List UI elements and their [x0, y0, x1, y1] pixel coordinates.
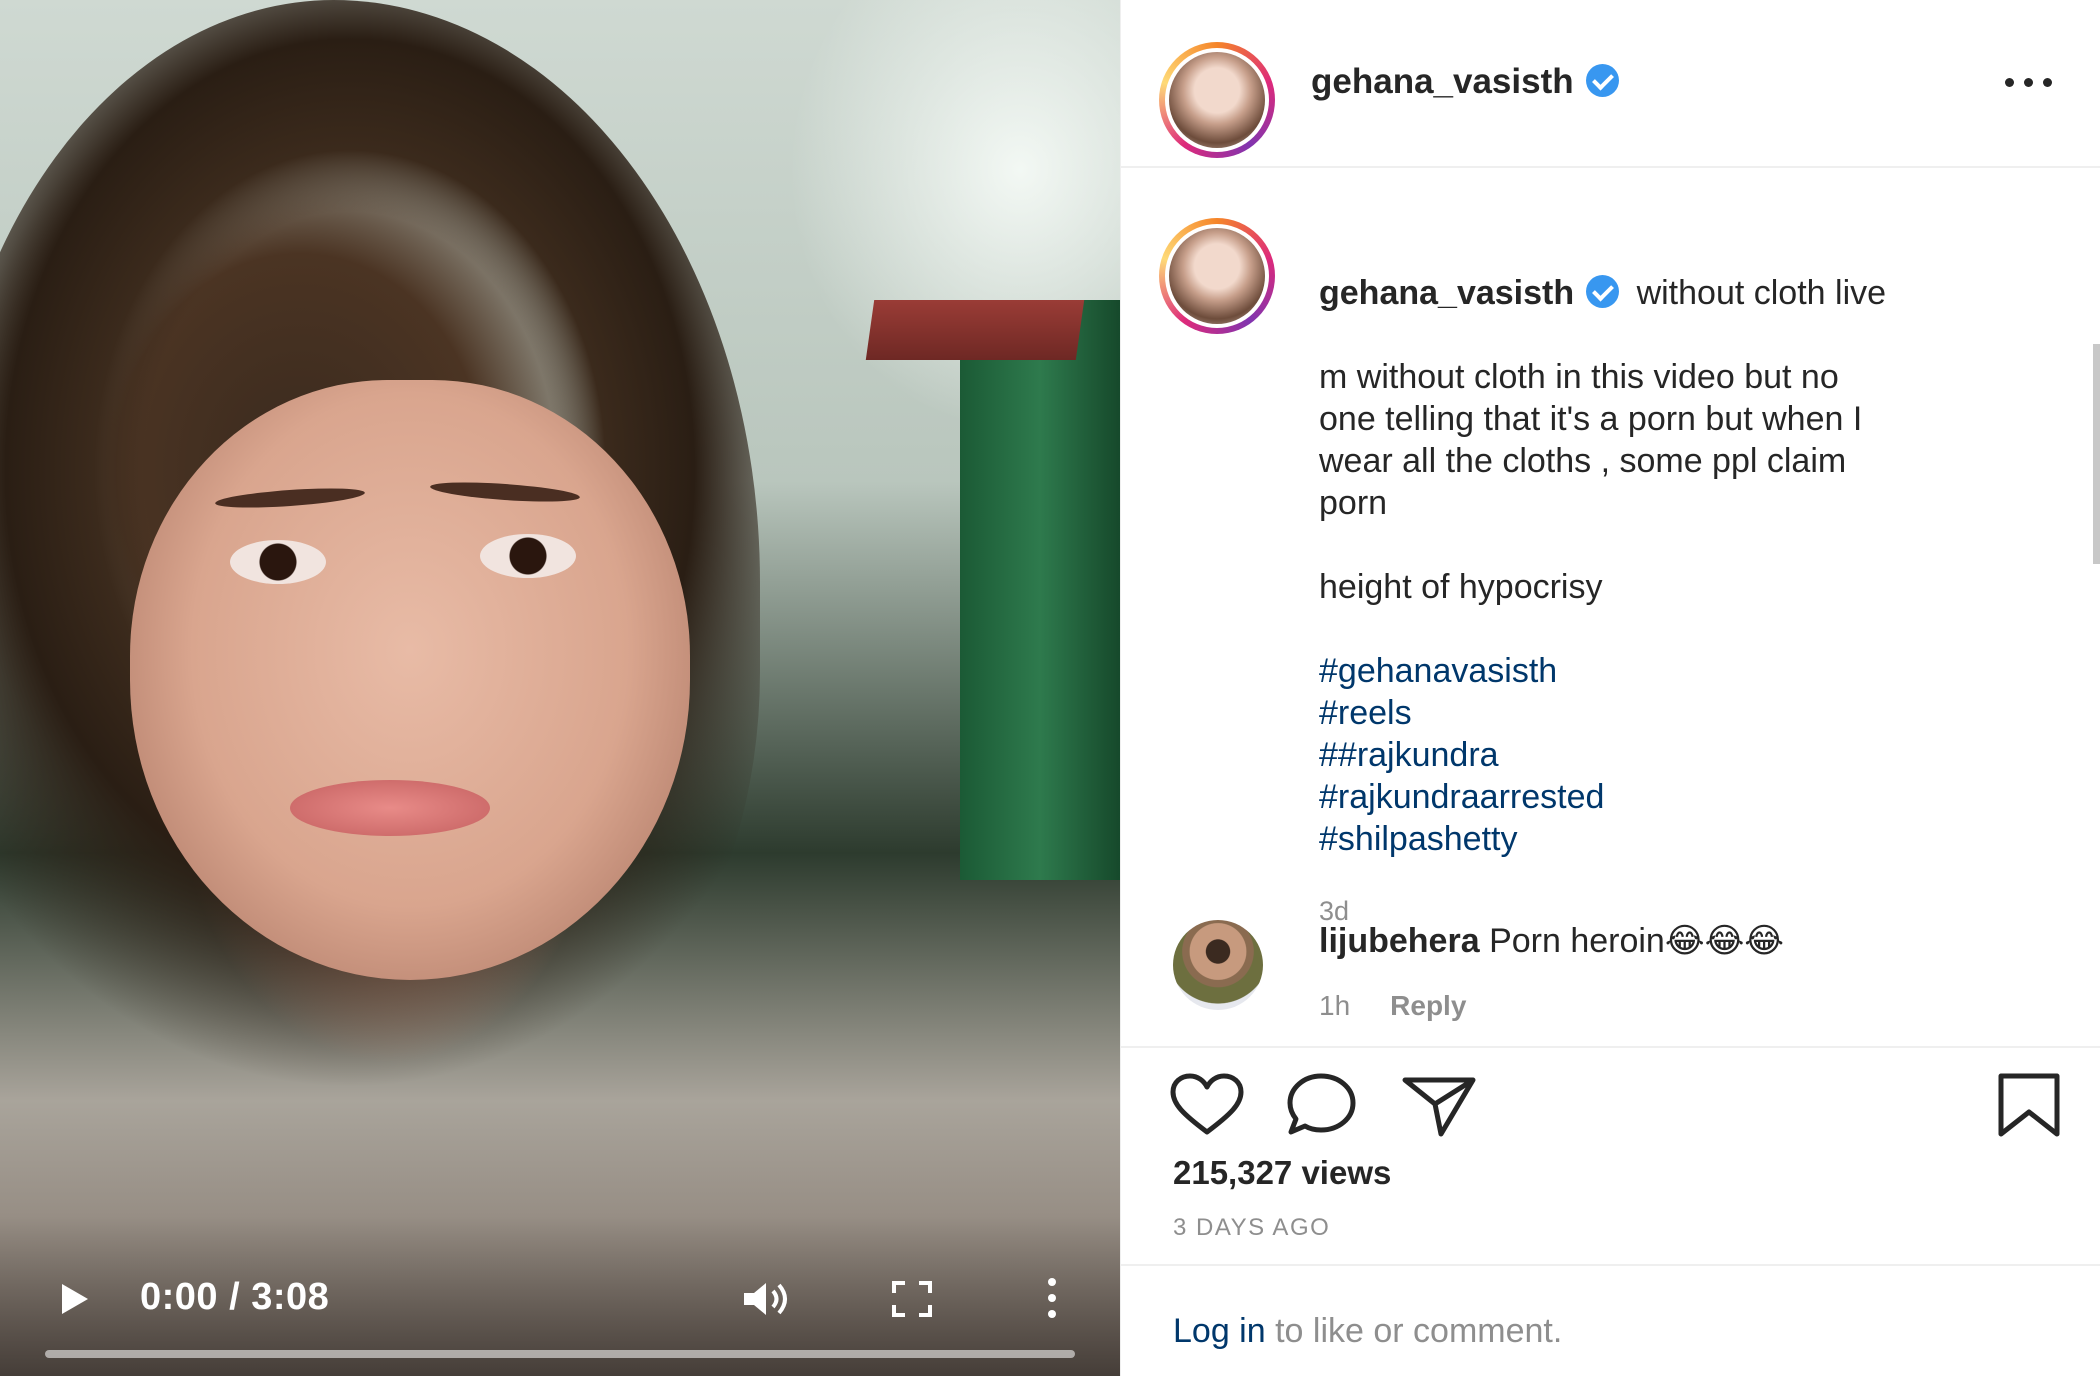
comment-time[interactable]: 1h	[1319, 990, 1350, 1021]
more-horizontal-icon[interactable]	[2001, 70, 2057, 94]
header-avatar[interactable]	[1159, 42, 1275, 158]
more-vertical-icon[interactable]	[1042, 1276, 1062, 1320]
hashtag-link[interactable]: ##rajkundra	[1319, 734, 2019, 776]
login-prompt: Log in to like or comment.	[1121, 1264, 2100, 1376]
video-frame-eye-right	[480, 534, 576, 578]
comment-text: lijubehera Porn heroin😂😂😂	[1319, 920, 1784, 962]
play-icon[interactable]	[62, 1284, 88, 1314]
view-count[interactable]: 215,327 views	[1173, 1154, 1391, 1192]
caption-body: gehana_vasisth without cloth live m with…	[1319, 272, 2019, 932]
background-shelf	[865, 300, 1085, 360]
heart-icon[interactable]	[1169, 1072, 1245, 1138]
comments-scrollbar[interactable]	[2093, 344, 2100, 564]
video-frame-lips	[290, 780, 490, 836]
video-progress-bar[interactable]	[45, 1350, 1075, 1358]
video-controls: 0:00 / 3:08	[0, 1246, 1120, 1376]
comment-meta: 1h Reply	[1319, 990, 1466, 1022]
reply-button[interactable]: Reply	[1390, 990, 1466, 1021]
hashtag-link[interactable]: #shilpashetty	[1319, 818, 2019, 860]
verified-badge-icon	[1585, 64, 1619, 97]
caption-text: m without cloth in this video but no one…	[1319, 358, 1863, 522]
background-wall	[960, 300, 1120, 880]
volume-icon[interactable]	[742, 1279, 794, 1319]
post-date[interactable]: 3 DAYS AGO	[1173, 1214, 1330, 1242]
action-bar: 215,327 views 3 DAYS AGO	[1121, 1046, 2100, 1266]
caption-avatar[interactable]	[1159, 218, 1275, 334]
comments-section: gehana_vasisth without cloth live m with…	[1121, 168, 2100, 1048]
post-panel: gehana_vasisth gehana_vasisth without cl…	[1120, 0, 2100, 1376]
caption-title: without cloth live	[1636, 274, 1887, 312]
comment-icon[interactable]	[1285, 1072, 1361, 1138]
comment-avatar[interactable]	[1173, 920, 1263, 1010]
post-header: gehana_vasisth	[1121, 0, 2100, 168]
comment-username[interactable]: lijubehera	[1319, 922, 1480, 960]
header-username[interactable]: gehana_vasisth	[1311, 62, 1619, 102]
hashtag-list: #gehanavasisth #reels ##rajkundra #rajku…	[1319, 650, 2019, 860]
share-icon[interactable]	[1401, 1072, 1477, 1138]
comment-body: Porn heroin😂😂😂	[1489, 922, 1785, 960]
video-frame-eye-left	[230, 540, 326, 584]
login-link[interactable]: Log in	[1173, 1312, 1266, 1350]
hashtag-link[interactable]: #reels	[1319, 692, 2019, 734]
video-time: 0:00 / 3:08	[140, 1276, 330, 1318]
hashtag-link[interactable]: #gehanavasisth	[1319, 650, 2019, 692]
fullscreen-icon[interactable]	[892, 1281, 932, 1317]
login-text: to like or comment.	[1265, 1312, 1563, 1350]
verified-badge-icon	[1586, 275, 1620, 308]
hashtag-link[interactable]: #rajkundraarrested	[1319, 776, 2019, 818]
video-frame-face	[130, 380, 690, 980]
video-player[interactable]: 0:00 / 3:08	[0, 0, 1120, 1376]
caption-tagline: height of hypocrisy	[1319, 568, 1603, 606]
caption-username[interactable]: gehana_vasisth	[1319, 274, 1574, 312]
bookmark-icon[interactable]	[1991, 1072, 2067, 1138]
